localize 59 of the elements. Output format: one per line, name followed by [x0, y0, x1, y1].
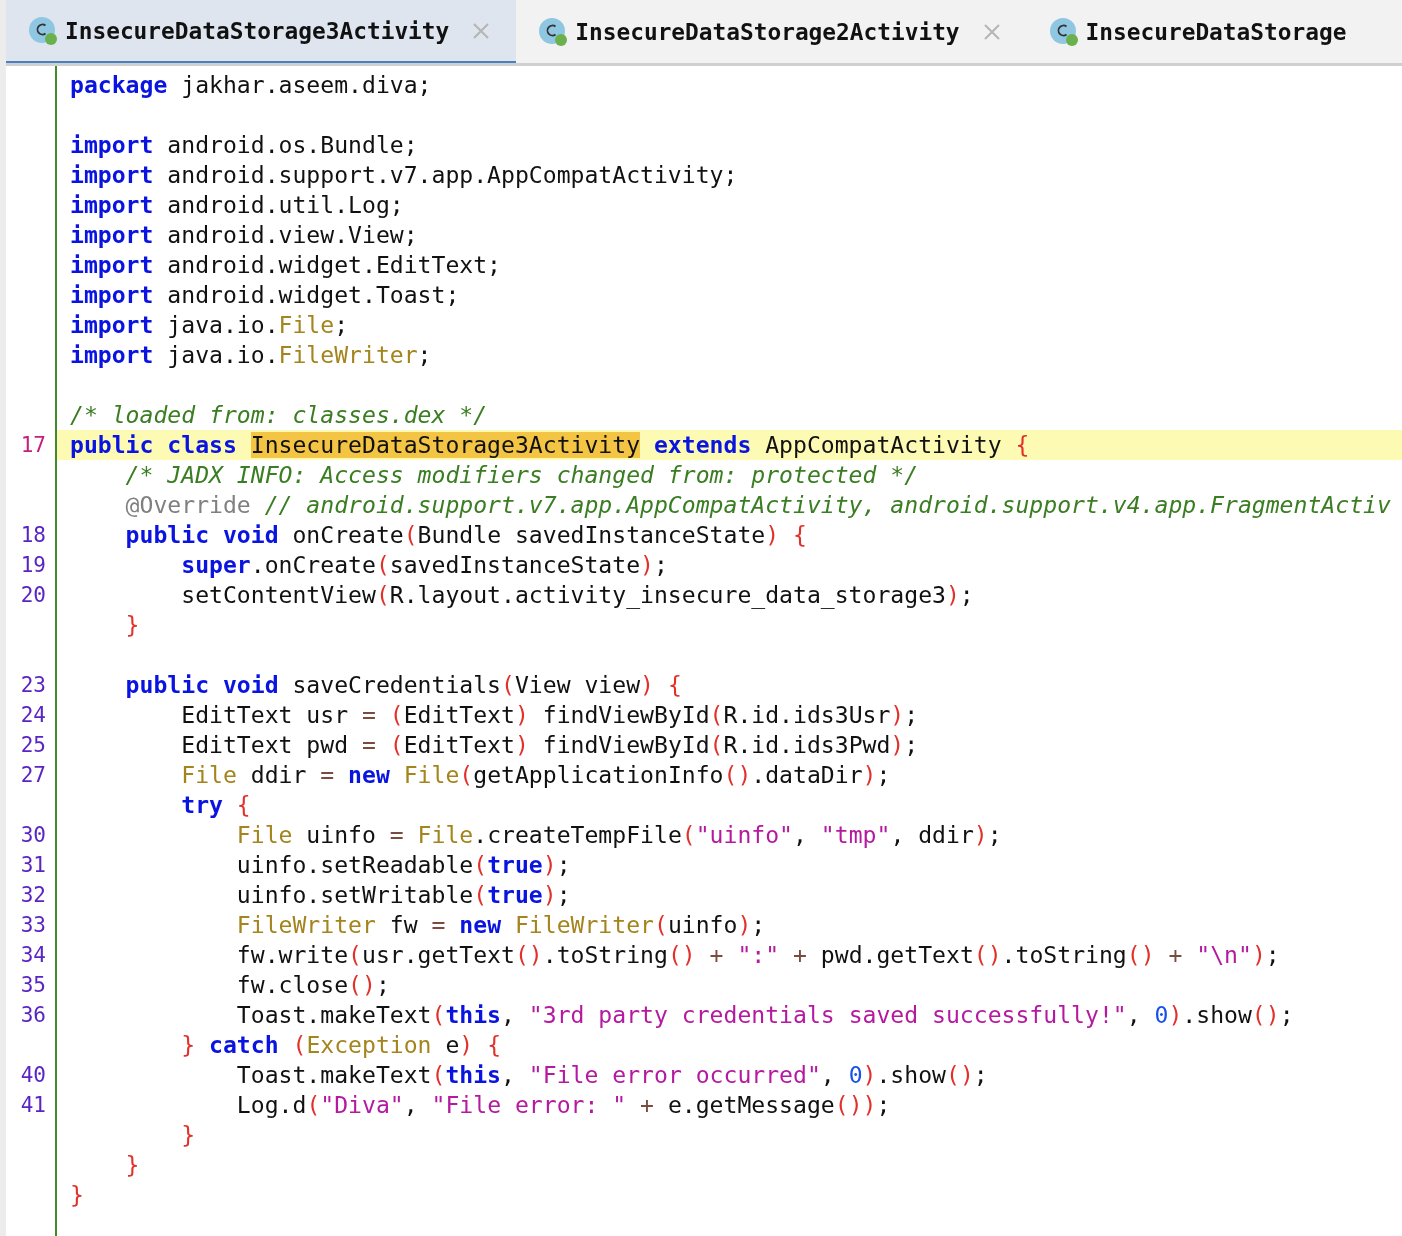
- line-number: 40: [20, 1063, 46, 1087]
- code-line: public void onCreate(Bundle savedInstanceState) {: [124, 521, 807, 550]
- code-line: setContentView(R.layout.activity_insecure_data_storage3);: [180, 581, 974, 610]
- code-line: }: [124, 611, 140, 640]
- code-line: public void saveCredentials(View view) {: [124, 671, 682, 700]
- code-line: import android.os.Bundle;: [70, 131, 418, 160]
- line-number: 19: [20, 553, 46, 577]
- code-line: import java.io.FileWriter;: [70, 341, 432, 370]
- code-line: uinfo.setWritable(true);: [235, 881, 571, 910]
- code-line: FileWriter fw = new FileWriter(uinfo);: [235, 911, 766, 940]
- code-line: @Override // android.support.v7.app.AppCompatActivity, android.support.v4.app.FragmentActiv: [124, 491, 1391, 520]
- code-line: }: [70, 1181, 84, 1210]
- line-number: 20: [20, 583, 46, 607]
- line-number: 35: [20, 973, 46, 997]
- code-line: /* JADX INFO: Access modifiers changed from: protected */: [124, 461, 919, 490]
- code-line: public class InsecureDataStorage3Activity extends AppCompatActivity {: [70, 431, 1030, 460]
- line-number: 30: [20, 823, 46, 847]
- code-line: } catch (Exception e) {: [180, 1031, 502, 1060]
- code-line: File uinfo = File.createTempFile("uinfo", "tmp", ddir);: [235, 821, 1002, 850]
- code-line: EditText pwd = (EditText) findViewById(R.id.ids3Pwd);: [180, 731, 919, 760]
- code-line: import android.support.v7.app.AppCompatActivity;: [70, 161, 738, 190]
- code-line: }: [180, 1121, 196, 1150]
- line-number: 41: [20, 1093, 46, 1117]
- class-icon: [28, 15, 58, 46]
- code-line: /* loaded from: classes.dex */: [70, 401, 488, 430]
- code-line: try {: [180, 791, 251, 820]
- line-number: 34: [20, 943, 46, 967]
- code-line: super.onCreate(savedInstanceState);: [180, 551, 668, 580]
- line-number: 24: [20, 703, 46, 727]
- code-line: fw.close();: [235, 971, 390, 1000]
- code-line: package jakhar.aseem.diva;: [70, 71, 432, 100]
- code-line: uinfo.setReadable(true);: [235, 851, 571, 880]
- code-line: }: [124, 1151, 140, 1180]
- tab-label: InsecureDataStorage3Activity: [65, 17, 450, 44]
- code-line: EditText usr = (EditText) findViewById(R.id.ids3Usr);: [180, 701, 919, 730]
- editor-tab[interactable]: InsecureDataStorage3Activity: [6, 0, 517, 63]
- tab-label: InsecureDataStorage2Activity: [575, 18, 960, 45]
- line-number: 36: [20, 1003, 46, 1027]
- line-number: 23: [20, 673, 46, 697]
- line-number: 17: [20, 433, 46, 457]
- code-line: Log.d("Diva", "File error: " + e.getMessage());: [235, 1091, 891, 1120]
- line-number: 27: [20, 763, 46, 787]
- line-number: 25: [20, 733, 46, 757]
- code-line: import android.widget.Toast;: [70, 281, 460, 310]
- code-line: Toast.makeText(this, "File error occurred", 0).show();: [235, 1061, 988, 1090]
- code-line: File ddir = new File(getApplicationInfo().dataDir);: [180, 761, 891, 790]
- code-line: import android.util.Log;: [70, 191, 404, 220]
- code-line: import java.io.File;: [70, 311, 349, 340]
- code-line: fw.write(usr.getText().toString() + ":" + pwd.getText().toString() + "\n");: [235, 941, 1280, 970]
- code-line: import android.view.View;: [70, 221, 418, 250]
- tab-label: InsecureDataStorage: [1085, 18, 1347, 45]
- line-number: 32: [20, 883, 46, 907]
- line-number: 31: [20, 853, 46, 877]
- line-number: 33: [20, 913, 46, 937]
- class-icon: [538, 16, 569, 47]
- class-icon: [1048, 16, 1079, 47]
- line-number: 18: [20, 523, 46, 547]
- code-line: import android.widget.EditText;: [70, 251, 501, 280]
- code-line: Toast.makeText(this, "3rd party credentials saved successfully!", 0).show();: [235, 1001, 1294, 1030]
